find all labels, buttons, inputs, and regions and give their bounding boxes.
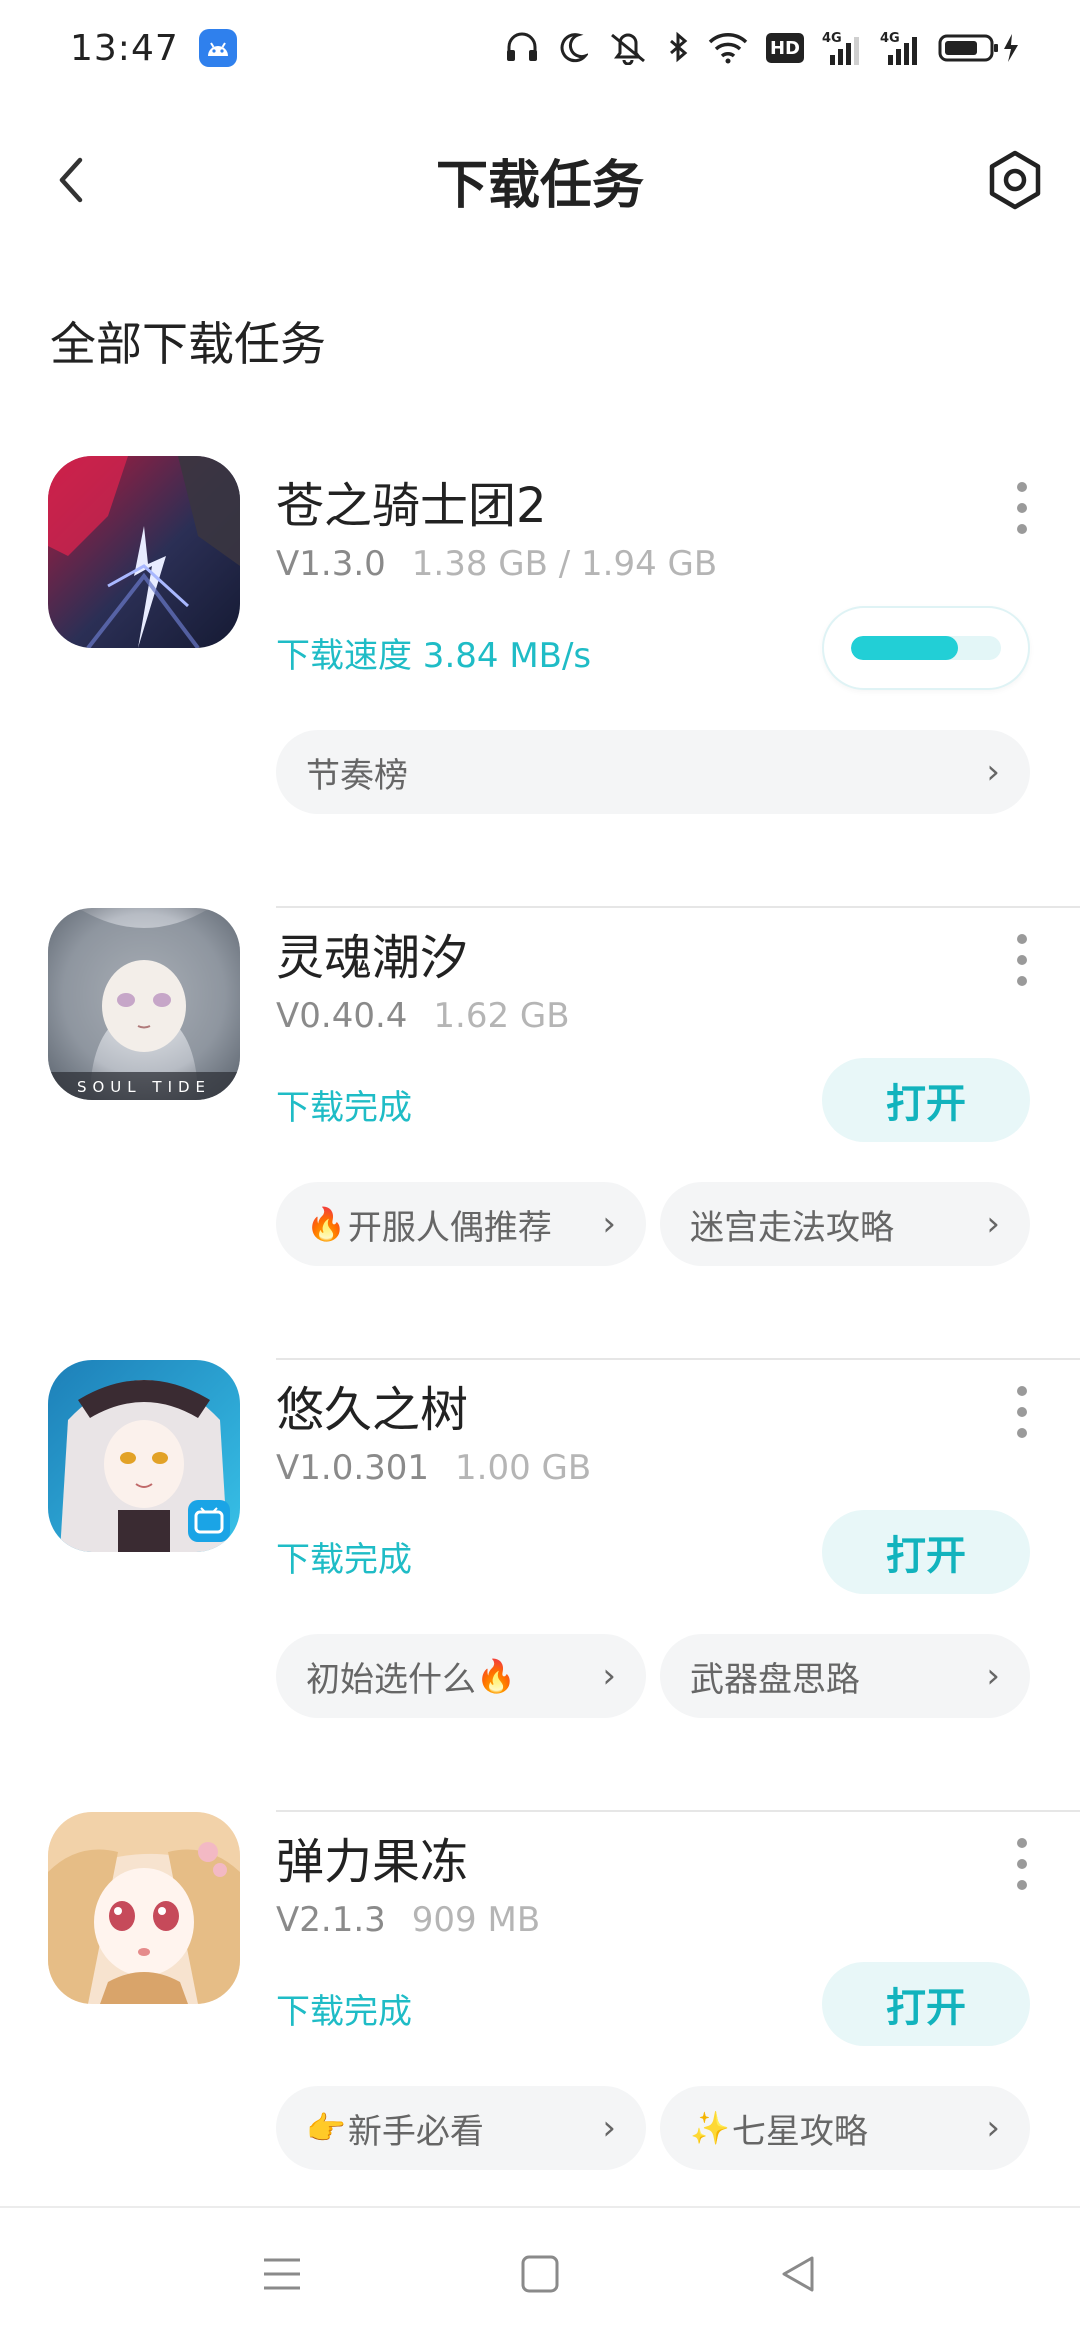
more-options-button[interactable] — [1000, 930, 1044, 990]
net-label: 4G — [822, 31, 842, 46]
guide-chip[interactable]: 初始选什么 🔥 › — [276, 1634, 646, 1718]
app-size: 909 MB — [411, 1900, 541, 1940]
chevron-right-icon: › — [986, 752, 1000, 792]
download-status: 下载完成 — [276, 1088, 412, 1128]
download-speed: 下载速度 3.84 MB/s — [276, 636, 592, 676]
back-button[interactable] — [44, 150, 104, 210]
chip-label: 新手必看 — [347, 2111, 484, 2152]
more-options-button[interactable] — [1000, 478, 1044, 538]
hd-icon: HD — [766, 33, 804, 63]
net-label: 4G — [880, 31, 900, 46]
chevron-right-icon: › — [602, 2108, 616, 2148]
chip-label: 迷宫走法攻略 — [690, 1207, 894, 1248]
section-title: 全部下载任务 — [50, 317, 326, 371]
status-bar: 13:47 HD 4G 4G — [0, 0, 1080, 96]
app-size: 1.00 GB — [455, 1448, 592, 1488]
header: 下载任务 — [0, 120, 1080, 240]
download-progress-button[interactable] — [822, 606, 1030, 690]
system-back-button[interactable] — [768, 2244, 828, 2304]
chip-label: 初始选什么 — [306, 1659, 476, 1700]
guide-chip[interactable]: 迷宫走法攻略 › — [660, 1182, 1030, 1266]
progress-track — [851, 636, 1001, 660]
home-square-icon — [521, 2255, 559, 2293]
app-size: 1.38 GB / 1.94 GB — [411, 544, 718, 584]
more-options-button[interactable] — [1000, 1834, 1044, 1894]
chip-label: 七星攻略 — [731, 2111, 868, 2152]
vibrate-mute-icon — [611, 33, 645, 65]
app-version: V1.3.0 — [276, 544, 386, 584]
hd-label: HD — [769, 37, 800, 59]
wifi-icon — [708, 33, 748, 64]
android-app-icon — [198, 29, 237, 67]
app-version: V0.40.4 — [276, 996, 408, 1036]
fire-icon: 🔥 — [306, 1205, 346, 1243]
app-meta: V0.40.4 1.62 GB — [276, 996, 570, 1036]
settings-button[interactable] — [980, 145, 1050, 215]
app-icon: SOUL TIDE — [48, 908, 240, 1100]
pointing-hand-icon: 👉 — [306, 2109, 346, 2147]
open-button[interactable]: 打开 — [822, 1510, 1030, 1594]
4g-signal-icon: 4G — [880, 31, 920, 65]
4g-signal-icon: 4G — [822, 31, 862, 65]
more-options-button[interactable] — [1000, 1382, 1044, 1442]
chip-label: 开服人偶推荐 — [347, 1207, 552, 1248]
navigation-bar — [0, 2208, 1080, 2340]
settings-hexagon-icon — [989, 150, 1041, 210]
app-icon — [48, 456, 240, 648]
app-meta: V2.1.3 909 MB — [276, 1900, 540, 1940]
download-task[interactable]: 苍之骑士团2 V1.3.0 1.38 GB / 1.94 GB 下载速度 3.84… — [0, 456, 1080, 908]
app-meta: V1.0.301 1.00 GB — [276, 1448, 591, 1488]
open-button[interactable]: 打开 — [822, 1058, 1030, 1142]
icon-caption: SOUL TIDE — [77, 1078, 211, 1096]
back-triangle-icon — [782, 2256, 814, 2292]
app-size: 1.62 GB — [433, 996, 570, 1036]
download-task[interactable]: SOUL TIDE 灵魂潮汐 V0.40.4 1.62 GB 下载完成 打开 🔥 … — [0, 908, 1080, 1360]
home-button[interactable] — [510, 2244, 570, 2304]
chevron-right-icon: › — [602, 1656, 616, 1696]
app-name: 灵魂潮汐 — [276, 930, 469, 986]
app-icon — [48, 1360, 240, 1552]
guide-chip[interactable]: 节奏榜 › — [276, 730, 1030, 814]
chevron-left-icon — [59, 157, 83, 203]
menu-icon — [264, 2258, 300, 2290]
download-status: 下载完成 — [276, 1540, 412, 1580]
download-status: 下载完成 — [276, 1992, 412, 2032]
fire-icon: 🔥 — [476, 1657, 516, 1695]
chevron-right-icon: › — [986, 1204, 1000, 1244]
status-time: 13:47 — [70, 27, 179, 69]
guide-chip[interactable]: ✨ 七星攻略 › — [660, 2086, 1030, 2170]
app-name: 弹力果冻 — [276, 1834, 469, 1890]
progress-fill — [851, 636, 958, 660]
download-task[interactable]: 弹力果冻 V2.1.3 909 MB 下载完成 打开 👉 新手必看 › ✨ 七星攻… — [0, 1812, 1080, 2264]
battery-charging-icon — [938, 34, 1018, 62]
chip-label: 武器盘思路 — [690, 1659, 860, 1700]
bluetooth-icon — [670, 31, 688, 63]
chevron-right-icon: › — [986, 2108, 1000, 2148]
page-title: 下载任务 — [435, 155, 644, 216]
menu-button[interactable] — [252, 2244, 312, 2304]
guide-chip[interactable]: 👉 新手必看 › — [276, 2086, 646, 2170]
chip-label: 节奏榜 — [306, 755, 408, 796]
sparkles-icon: ✨ — [690, 2109, 730, 2147]
guide-chip[interactable]: 🔥 开服人偶推荐 › — [276, 1182, 646, 1266]
app-version: V2.1.3 — [276, 1900, 386, 1940]
app-name: 苍之骑士团2 — [276, 478, 547, 534]
guide-chip[interactable]: 武器盘思路 › — [660, 1634, 1030, 1718]
chevron-right-icon: › — [986, 1656, 1000, 1696]
moon-icon — [560, 33, 588, 63]
open-button[interactable]: 打开 — [822, 1962, 1030, 2046]
status-icons: HD 4G 4G — [504, 31, 1020, 65]
download-task[interactable]: 悠久之树 V1.0.301 1.00 GB 下载完成 打开 初始选什么 🔥 › 武… — [0, 1360, 1080, 1812]
chevron-right-icon: › — [602, 1204, 616, 1244]
app-meta: V1.3.0 1.38 GB / 1.94 GB — [276, 544, 717, 584]
app-name: 悠久之树 — [276, 1382, 469, 1438]
headset-icon — [507, 32, 537, 61]
app-icon — [48, 1812, 240, 2004]
app-version: V1.0.301 — [276, 1448, 430, 1488]
